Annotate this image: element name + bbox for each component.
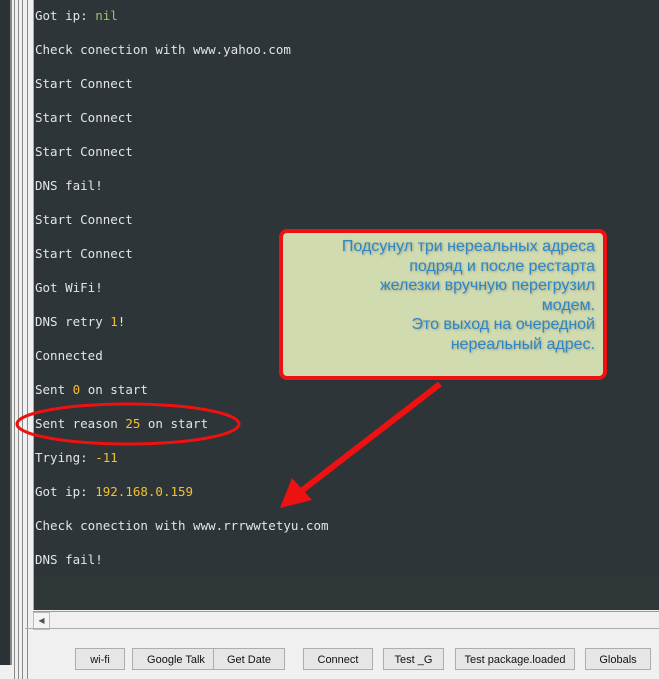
callout-line: железки вручную перегрузил	[379, 277, 595, 294]
highlight-ellipse	[15, 402, 241, 446]
callout-line: нереальный адрес.	[450, 335, 595, 353]
annotation-arrow	[298, 381, 442, 495]
callout-line: Подсунул три нереальных адреса	[341, 238, 595, 255]
callout-line: модем.	[541, 296, 595, 314]
annotation-callout: Подсунул три нереальных адреса подряд и п…	[279, 229, 607, 380]
callout-line: Это выход на очередной	[411, 316, 595, 333]
callout-line: подряд и после рестарта	[409, 257, 595, 275]
arrow-head-icon	[280, 478, 312, 508]
